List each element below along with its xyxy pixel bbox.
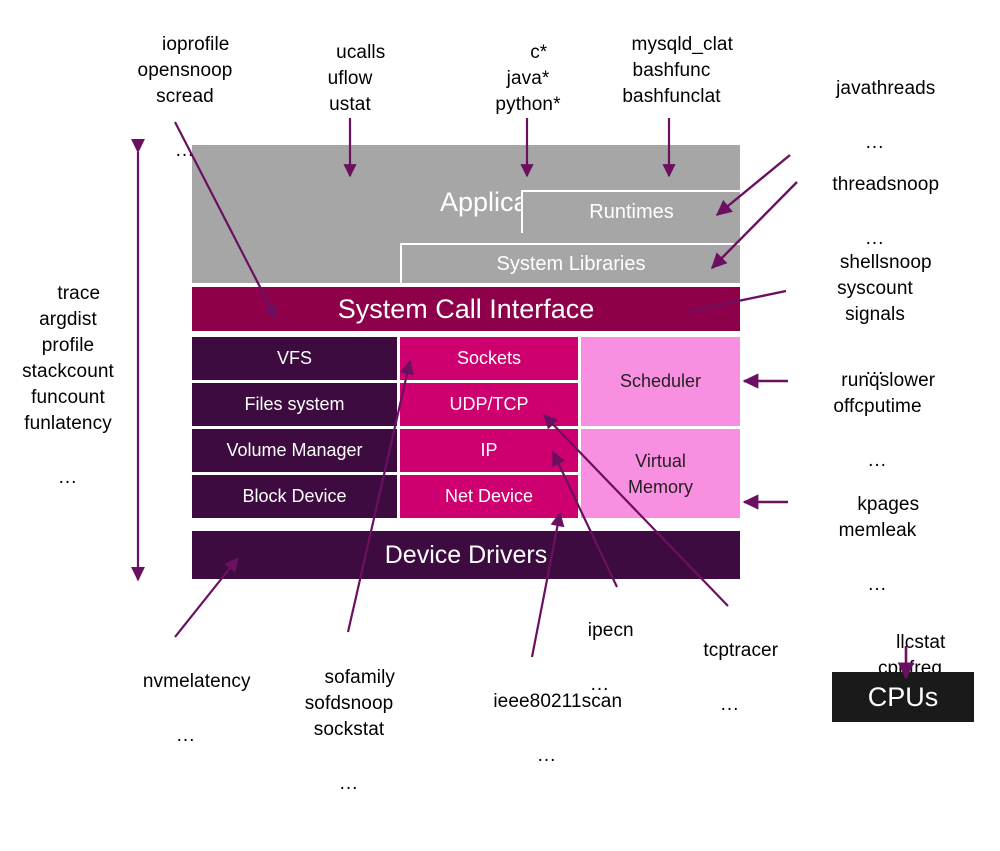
block-runtimes[interactable]: Runtimes	[521, 190, 740, 233]
annotation-ipecn-ellipsis: ...	[590, 674, 610, 695]
block-runtimes-label: Runtimes	[589, 201, 674, 223]
annotation-mysqld-text: mysqld_clat bashfunc bashfunclat	[622, 34, 733, 107]
annotation-sofamily-ellipsis: ...	[339, 773, 359, 794]
annotation-ioprofile-text: ioprofile opensnoop scread	[137, 34, 233, 107]
block-udp-tcp[interactable]: UDP/TCP	[400, 383, 578, 426]
annotation-kpages-ellipsis: ...	[868, 574, 887, 595]
block-udp-tcp-label: UDP/TCP	[449, 394, 529, 414]
block-vfs[interactable]: VFS	[192, 337, 397, 380]
block-block-device[interactable]: Block Device	[192, 475, 397, 518]
block-volume-manager[interactable]: Volume Manager	[192, 429, 397, 472]
block-system-libraries-label: System Libraries	[496, 252, 646, 275]
annotation-trace: trace argdist profile stackcount funcoun…	[8, 255, 128, 545]
annotation-ipecn-text: ipecn	[587, 620, 634, 641]
annotation-sofamily-text: sofamily sofdsnoop sockstat	[304, 667, 395, 740]
block-net-device[interactable]: Net Device	[400, 475, 578, 518]
annotation-tcptracer: tcptracer ...	[660, 612, 800, 772]
annotation-shellsnoop-text: shellsnoop syscount signals	[837, 252, 932, 325]
block-scheduler[interactable]: Scheduler	[581, 337, 740, 426]
block-virtual-memory-label: Virtual Memory	[627, 450, 693, 497]
block-file-systems[interactable]: Files system	[192, 383, 397, 426]
block-sockets-label: Sockets	[456, 348, 522, 368]
annotation-tcptracer-ellipsis: ...	[720, 694, 740, 715]
block-device-drivers-label: Device Drivers	[384, 540, 548, 569]
block-virtual-memory[interactable]: Virtual Memory	[581, 429, 740, 518]
block-volume-manager-label: Volume Manager	[226, 440, 363, 460]
annotation-trace-text: trace argdist profile stackcount funcoun…	[22, 283, 114, 434]
block-scheduler-label: Scheduler	[619, 371, 702, 391]
annotation-nvmelatency-ellipsis: ...	[176, 725, 196, 746]
block-vfs-label: VFS	[276, 348, 312, 368]
annotation-languages-text: c* java* python*	[495, 42, 561, 115]
block-block-device-label: Block Device	[242, 486, 347, 506]
block-sockets[interactable]: Sockets	[400, 337, 578, 380]
block-device-drivers[interactable]: Device Drivers	[192, 531, 740, 579]
block-system-libraries[interactable]: System Libraries	[400, 243, 740, 283]
block-net-device-label: Net Device	[444, 486, 534, 506]
annotation-nvmelatency: nvmelatency ...	[96, 643, 276, 803]
annotation-tcptracer-text: tcptracer	[703, 640, 779, 661]
annotation-nvmelatency-text: nvmelatency	[142, 671, 251, 692]
annotation-sofamily: sofamily sofdsnoop sockstat ...	[274, 639, 424, 851]
block-file-systems-label: Files system	[244, 394, 345, 414]
block-cpus-label: CPUs	[867, 681, 939, 712]
annotation-trace-ellipsis: ...	[58, 467, 78, 488]
block-system-call-interface-label: System Call Interface	[337, 293, 595, 324]
annotation-ipecn: ipecn ...	[545, 592, 655, 752]
block-ip[interactable]: IP	[400, 429, 578, 472]
diagram-canvas: ioprofile opensnoop scread ... ucalls uf…	[0, 0, 1000, 794]
block-ip-label: IP	[480, 440, 498, 460]
annotation-ucalls-text: ucalls uflow ustat	[327, 42, 386, 115]
annotation-threadsnoop-text: threadsnoop	[832, 174, 940, 195]
annotation-kpages-text: kpages memleak	[838, 494, 920, 541]
block-system-call-interface[interactable]: System Call Interface	[192, 287, 740, 331]
annotation-runqslower-text: runqslower offcputime	[833, 370, 936, 417]
annotation-javathreads-text: javathreads	[836, 78, 936, 99]
block-cpus[interactable]: CPUs	[832, 672, 974, 722]
